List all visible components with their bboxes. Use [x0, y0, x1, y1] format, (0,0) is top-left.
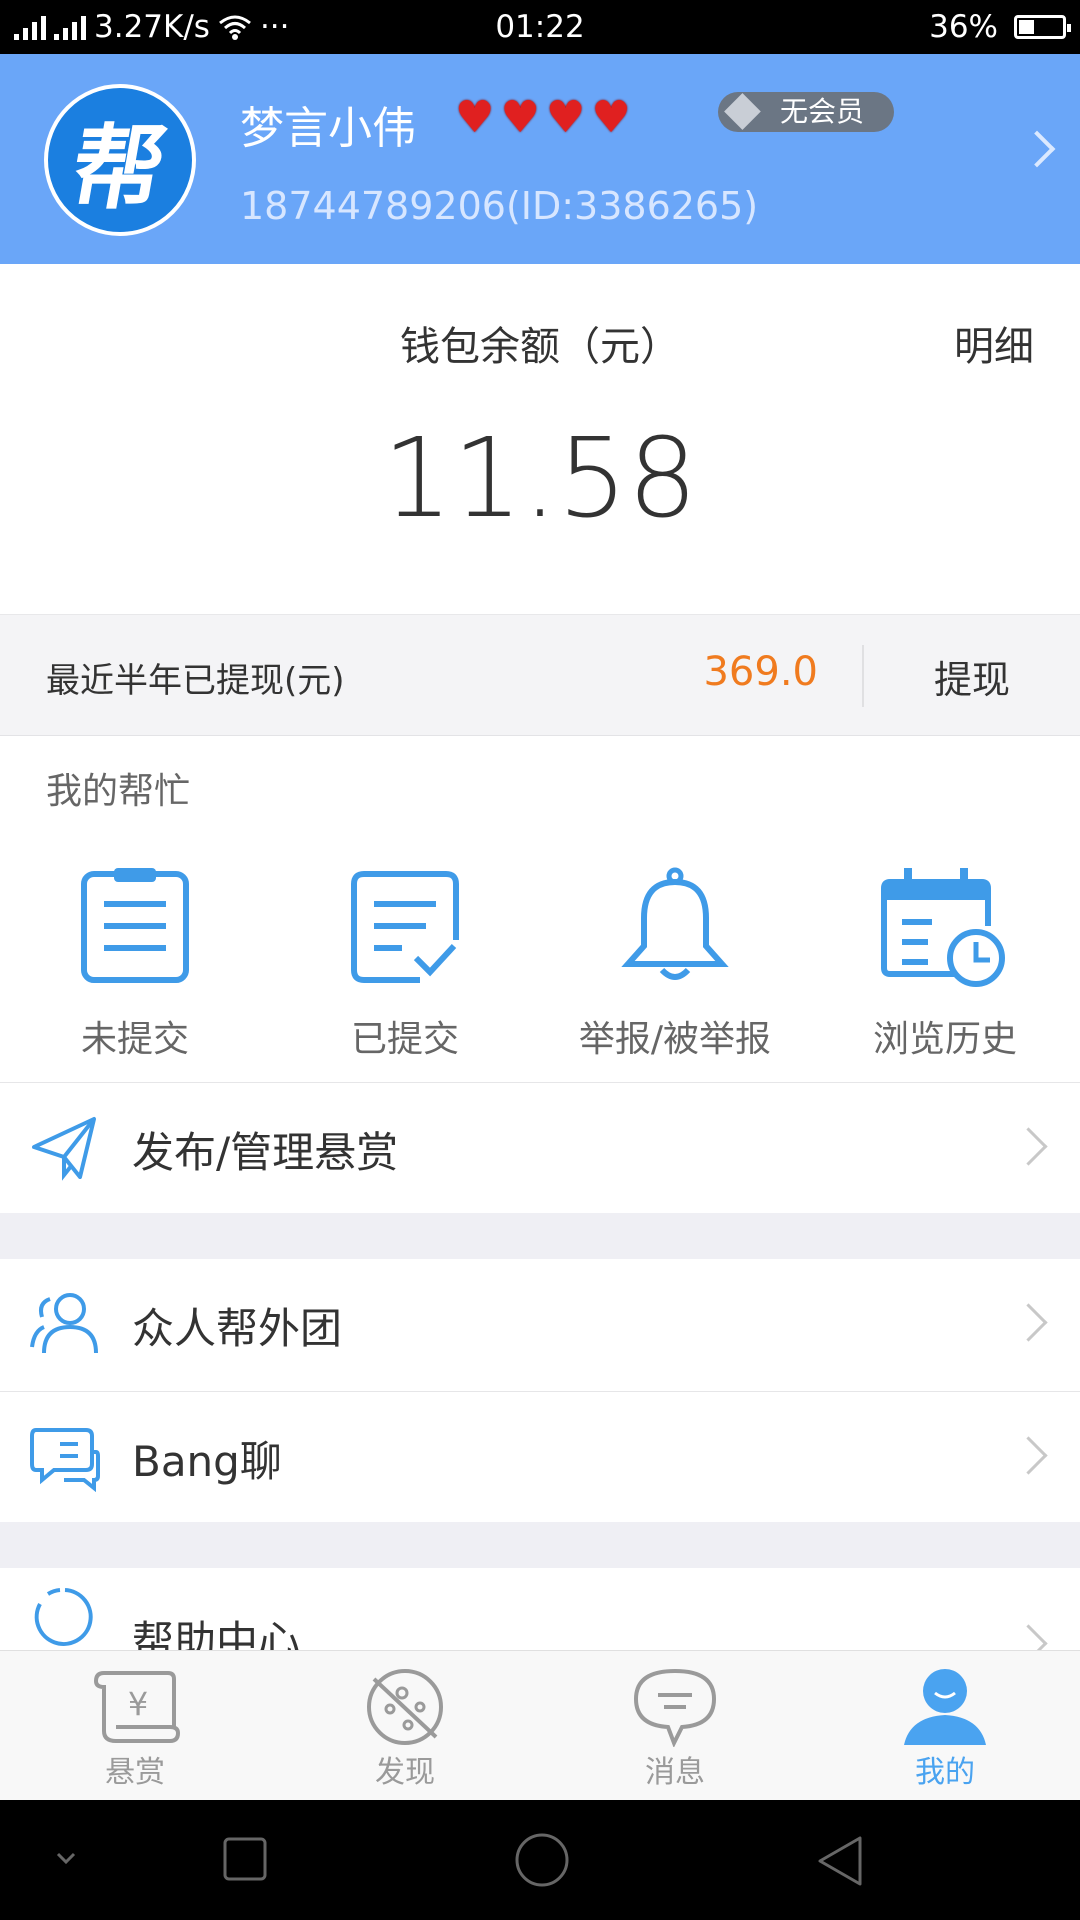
menu-label-bang-chat: Bang聊 [132, 1437, 282, 1486]
menu-item-bang-chat[interactable]: Bang聊 [0, 1392, 1080, 1522]
battery-fill [1019, 20, 1034, 34]
heart-icon: ♥ [591, 92, 631, 143]
withdraw-button[interactable]: 提现 [864, 649, 1080, 704]
username: 梦言小伟 [240, 103, 416, 154]
withdraw-label: 最近半年已提现(元) [46, 661, 345, 701]
menu-item-team[interactable]: 众人帮外团 [0, 1259, 1080, 1389]
diamond-icon: ◆ [724, 80, 761, 136]
wallet-balance: 11.58 [382, 414, 698, 542]
system-nav-bar [0, 1800, 1080, 1920]
menu-label-help-center: 帮助中心 [132, 1617, 301, 1650]
chat-bubbles-icon [30, 1428, 100, 1492]
wallet-title: 钱包余额（元） [400, 324, 680, 370]
heart-icon: ♥ [455, 92, 495, 143]
withdraw-row: 最近半年已提现(元) 369.0 提现 [0, 614, 1080, 736]
paper-plane-icon [32, 1117, 96, 1181]
chevron-right-icon [1009, 1624, 1048, 1650]
scroll-yen-icon: ¥ [93, 1671, 180, 1743]
tab-label-mine: 我的 [915, 1755, 975, 1790]
grid-label-submitted: 已提交 [350, 1019, 459, 1060]
grid-label-report: 举报/被举报 [578, 1019, 772, 1060]
bell-icon [621, 867, 729, 980]
menu-item-publish-bounty[interactable]: 发布/管理悬赏 [0, 1083, 1080, 1213]
grid-item-unsubmitted[interactable]: 未提交 [0, 866, 270, 1066]
tab-messages[interactable]: 消息 [540, 1651, 810, 1801]
grid-item-report[interactable]: 举报/被举报 [540, 866, 810, 1066]
menu-label-publish: 发布/管理悬赏 [132, 1128, 399, 1177]
tab-discover[interactable]: 发现 [270, 1651, 540, 1801]
clock: 01:22 [495, 9, 585, 45]
grid-item-history[interactable]: 浏览历史 [810, 866, 1080, 1066]
member-badge[interactable]: ◆ 无会员 [718, 84, 894, 132]
battery-icon [1014, 15, 1071, 39]
wallet-detail-link[interactable]: 明细 [954, 314, 1034, 372]
clipboard-list-icon [81, 868, 189, 983]
avatar-logo: 帮 [63, 114, 175, 222]
menu-label-team: 众人帮外团 [132, 1304, 343, 1353]
heart-icon: ♥ [500, 92, 540, 143]
tab-bounty[interactable]: ¥ 悬赏 [0, 1651, 270, 1801]
calendar-clock-icon [881, 868, 1005, 987]
back-icon[interactable] [814, 1834, 866, 1888]
bottom-tab-bar: ¥ 悬赏 发现 消息 我的 [0, 1650, 1080, 1800]
recent-apps-icon[interactable] [222, 1836, 268, 1882]
withdraw-amount: 369.0 [703, 649, 818, 695]
person-icon [904, 1669, 986, 1745]
chevron-down-icon[interactable] [54, 1848, 78, 1868]
chevron-right-icon [1009, 1436, 1048, 1475]
avatar[interactable]: 帮 [44, 84, 196, 236]
tab-label-messages: 消息 [645, 1755, 705, 1790]
heart-icon: ♥ [545, 92, 586, 143]
phone-id: 18744789206(ID:3386265) [240, 184, 759, 228]
clipboard-check-icon [351, 871, 459, 983]
tab-mine[interactable]: 我的 [810, 1651, 1080, 1801]
my-help-section: 我的帮忙 未提交 已提交 举报/被举报 浏览历史 [0, 736, 1080, 1082]
menu-item-help-center[interactable]: 帮助中心 [0, 1568, 1080, 1650]
chevron-right-icon [1009, 1127, 1048, 1166]
status-right: 36% [929, 0, 1071, 54]
hearts-rating: ♥ ♥ ♥ ♥ [455, 96, 631, 140]
svg-text:¥: ¥ [128, 1685, 148, 1723]
tab-label-discover: 发现 [375, 1755, 435, 1790]
grid-item-submitted[interactable]: 已提交 [270, 866, 540, 1066]
grid-label-unsubmitted: 未提交 [80, 1019, 189, 1060]
help-circle-icon [34, 1588, 93, 1646]
users-icon [30, 1293, 98, 1354]
tab-label-bounty: 悬赏 [105, 1755, 165, 1790]
my-help-title: 我的帮忙 [46, 771, 191, 812]
chevron-right-icon [1009, 1303, 1048, 1342]
grid-label-history: 浏览历史 [872, 1019, 1017, 1060]
compass-planet-icon [367, 1669, 443, 1745]
wallet-panel: 钱包余额（元） 明细 11.58 [0, 264, 1080, 614]
home-icon[interactable] [514, 1832, 570, 1888]
member-badge-label: 无会员 [780, 95, 865, 128]
battery-percent: 36% [929, 9, 998, 45]
status-bar: 3.27K/s ··· 01:22 36% [0, 0, 1080, 54]
section-gap [0, 1213, 1080, 1259]
chevron-right-icon[interactable] [1018, 130, 1056, 168]
profile-header[interactable]: 帮 梦言小伟 ♥ ♥ ♥ ♥ ◆ 无会员 18744789206(ID:3386265… [0, 54, 1080, 264]
section-gap [0, 1522, 1080, 1568]
message-bubble-icon [633, 1668, 717, 1747]
